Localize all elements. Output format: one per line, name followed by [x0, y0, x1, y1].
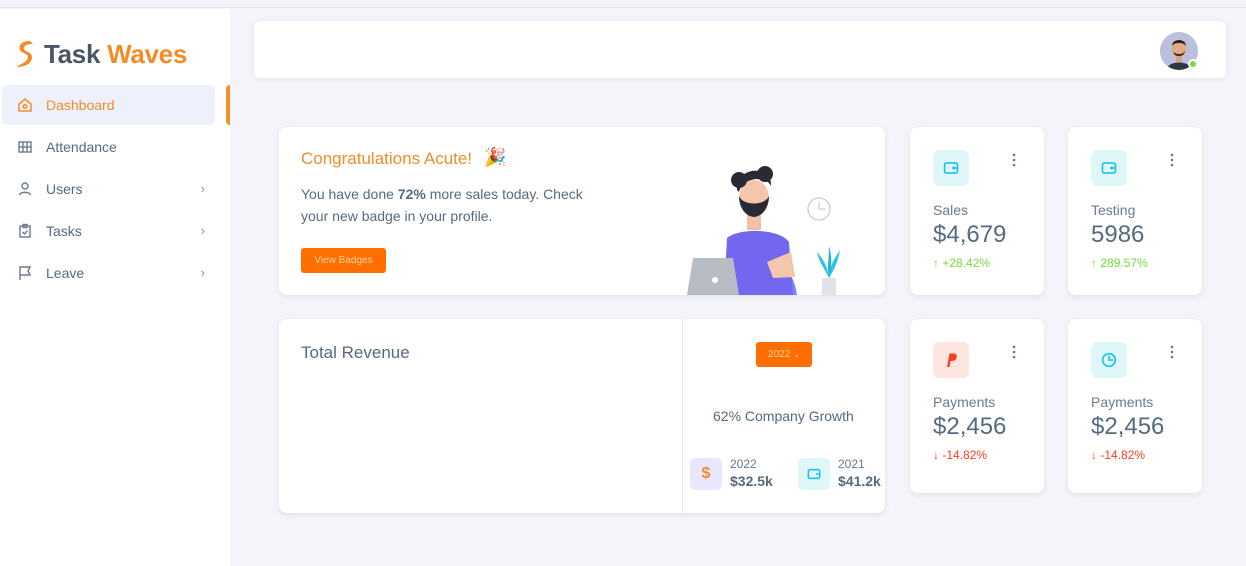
sidebar-item-tasks[interactable]: Tasks › [2, 211, 215, 251]
company-growth: 62% Company Growth [713, 408, 854, 424]
stat-change: ↑ +28.42% [933, 256, 991, 270]
revenue-value: $41.2k [838, 473, 881, 489]
revenue-item-2022: $ 2022 $32.5k [690, 457, 773, 490]
grid-icon [16, 138, 34, 156]
more-vertical-icon[interactable] [1170, 345, 1174, 359]
logo-icon [17, 41, 33, 67]
sidebar-item-leave[interactable]: Leave › [2, 253, 215, 293]
divider [682, 319, 683, 513]
stat-change: ↑ 289.57% [1091, 256, 1148, 270]
brand[interactable]: Task Waves [14, 37, 187, 71]
flag-icon [16, 264, 34, 282]
sidebar-item-label: Attendance [46, 139, 117, 155]
wallet-icon [933, 150, 969, 186]
welcome-text: You have done 72% more sales today. Chec… [301, 186, 583, 224]
stat-label: Payments [1091, 394, 1154, 410]
sidebar-item-label: Leave [46, 265, 85, 281]
paypal-icon [933, 342, 969, 378]
clipboard-icon [16, 222, 34, 240]
sidebar-item-label: Users [46, 181, 83, 197]
sidebar-nav: Dashboard Attendance Users › Tasks › Lea… [0, 85, 230, 295]
revenue-title: Total Revenue [301, 343, 410, 362]
arrow-up-icon: ↑ [933, 256, 939, 270]
stat-change: ↓ -14.82% [933, 448, 988, 462]
clock-icon [1091, 342, 1127, 378]
active-indicator [226, 85, 230, 125]
user-icon [16, 180, 34, 198]
top-navbar [254, 21, 1226, 78]
more-vertical-icon[interactable] [1170, 153, 1174, 167]
stat-label: Payments [933, 394, 996, 410]
payments-stat-card: Payments $2,456 ↓ -14.82% [910, 319, 1044, 493]
chevron-right-icon: › [200, 181, 205, 196]
party-popper-icon: 🎉 [484, 147, 507, 167]
stat-value: $4,679 [933, 221, 1007, 248]
revenue-item-2021: 2021 $41.2k [798, 457, 881, 490]
more-vertical-icon[interactable] [1012, 153, 1016, 167]
sidebar-item-label: Tasks [46, 223, 82, 239]
more-vertical-icon[interactable] [1012, 345, 1016, 359]
sidebar-item-users[interactable]: Users › [2, 169, 215, 209]
revenue-year: 2021 [838, 457, 865, 471]
chevron-right-icon: › [200, 265, 205, 280]
online-status-badge [1188, 59, 1198, 69]
arrow-down-icon: ↓ [1091, 448, 1097, 462]
man-with-laptop-illustration [687, 166, 840, 295]
total-revenue-card: Total Revenue 2022 ⌄ 62% Company Growth $… [279, 319, 885, 513]
stat-change: ↓ -14.82% [1091, 448, 1146, 462]
revenue-year: 2022 [730, 457, 757, 471]
view-badges-button[interactable]: View Badges [301, 248, 386, 273]
arrow-down-icon: ↓ [933, 448, 939, 462]
chevron-right-icon: › [200, 223, 205, 238]
sidebar-item-dashboard[interactable]: Dashboard [2, 85, 215, 125]
sidebar-item-attendance[interactable]: Attendance [2, 127, 215, 167]
stat-label: Testing [1091, 202, 1136, 218]
stat-label: Sales [933, 202, 969, 218]
sidebar: Task Waves Dashboard Attendance Users › [0, 9, 230, 566]
arrow-up-icon: ↑ [1091, 256, 1097, 270]
sales-stat-card: Sales $4,679 ↑ +28.42% [910, 127, 1044, 295]
stat-value: 5986 [1091, 221, 1145, 248]
stat-value: $2,456 [1091, 413, 1165, 440]
wallet-icon [1091, 150, 1127, 186]
welcome-card: Congratulations Acute! 🎉 You have done 7… [279, 127, 885, 295]
revenue-value: $32.5k [730, 473, 773, 489]
wallet-icon [798, 457, 830, 490]
home-icon [16, 96, 34, 114]
year-select-button[interactable]: 2022 ⌄ [756, 342, 812, 367]
dollar-icon: $ [690, 457, 722, 490]
brand-name: Task Waves [44, 38, 187, 69]
sidebar-item-label: Dashboard [46, 97, 115, 113]
stat-value: $2,456 [933, 413, 1007, 440]
payments-stat-card-2: Payments $2,456 ↓ -14.82% [1068, 319, 1202, 493]
chevron-down-icon: ⌄ [793, 350, 800, 359]
top-border [0, 0, 1246, 8]
testing-stat-card: Testing 5986 ↑ 289.57% [1068, 127, 1202, 295]
welcome-title: Congratulations Acute! [301, 149, 473, 168]
